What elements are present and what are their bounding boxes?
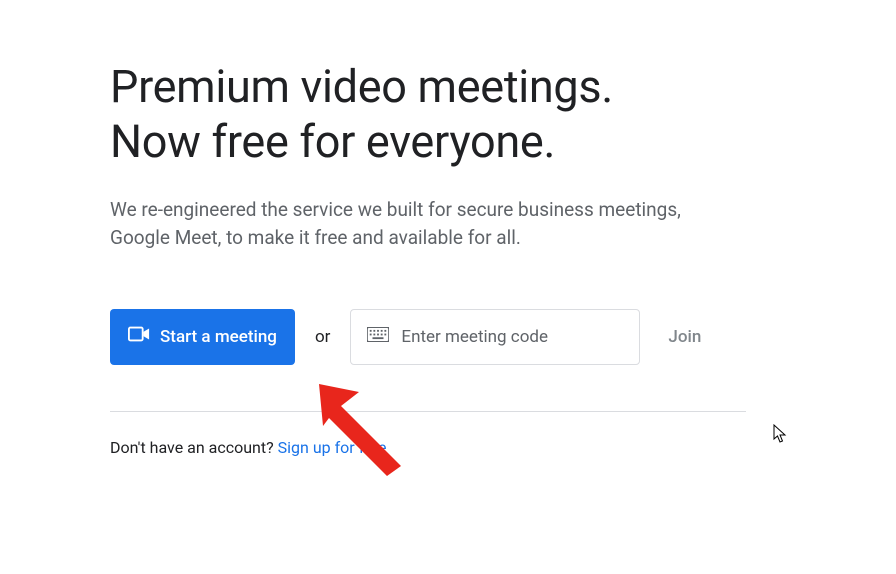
subhead: We re-engineered the service we built fo… bbox=[110, 196, 720, 253]
start-meeting-label: Start a meeting bbox=[160, 327, 277, 347]
headline-line-1: Premium video meetings. bbox=[110, 60, 613, 113]
video-camera-icon bbox=[128, 326, 150, 347]
signup-prompt: Don't have an account? Sign up for free bbox=[110, 438, 720, 457]
meeting-code-input[interactable] bbox=[401, 327, 623, 347]
join-button[interactable]: Join bbox=[660, 327, 709, 347]
action-row: Start a meeting or bbox=[110, 309, 720, 365]
start-meeting-button[interactable]: Start a meeting bbox=[110, 309, 295, 365]
signup-link[interactable]: Sign up for free bbox=[278, 438, 387, 457]
meeting-code-field[interactable] bbox=[350, 309, 640, 365]
keyboard-icon bbox=[367, 327, 389, 346]
headline: Premium video meetings. Now free for eve… bbox=[110, 60, 720, 170]
headline-line-2: Now free for everyone. bbox=[110, 115, 555, 168]
cursor-icon bbox=[773, 424, 789, 448]
hero-section: Premium video meetings. Now free for eve… bbox=[0, 0, 720, 457]
divider bbox=[110, 411, 746, 412]
signup-text: Don't have an account? bbox=[110, 438, 278, 457]
or-separator: or bbox=[315, 327, 330, 347]
